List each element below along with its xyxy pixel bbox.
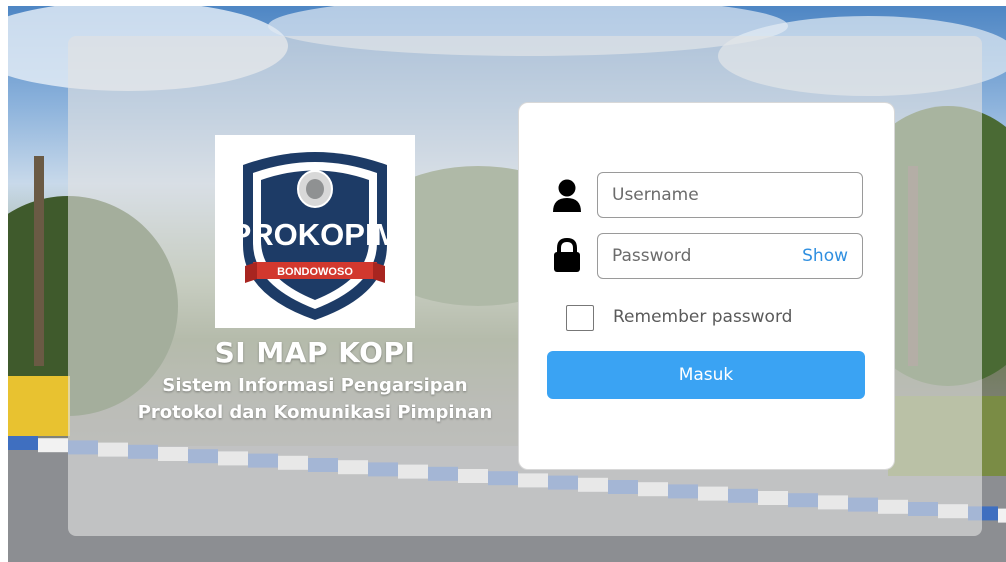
login-card: Show Remember password Masuk [518, 102, 895, 470]
app-subtitle-line2: Protokol dan Komunikasi Pimpinan [137, 402, 493, 423]
login-button[interactable]: Masuk [547, 351, 865, 399]
user-icon [553, 179, 581, 212]
username-field[interactable] [597, 172, 863, 218]
password-input[interactable] [612, 234, 802, 278]
prokopim-logo: PROKOPIM BONDOWOSO [215, 135, 415, 328]
password-field[interactable]: Show [597, 233, 863, 279]
username-input[interactable] [612, 173, 802, 217]
remember-checkbox[interactable] [566, 305, 594, 331]
remember-label[interactable]: Remember password [613, 307, 792, 327]
lock-icon [554, 237, 580, 272]
app-subtitle-line1: Sistem Informasi Pengarsipan [162, 375, 468, 396]
show-password-toggle[interactable]: Show [802, 246, 848, 266]
logo-text: PROKOPIM [231, 217, 400, 252]
app-title: SI MAP KOPI [214, 336, 416, 369]
logo-banner-text: BONDOWOSO [277, 266, 353, 278]
